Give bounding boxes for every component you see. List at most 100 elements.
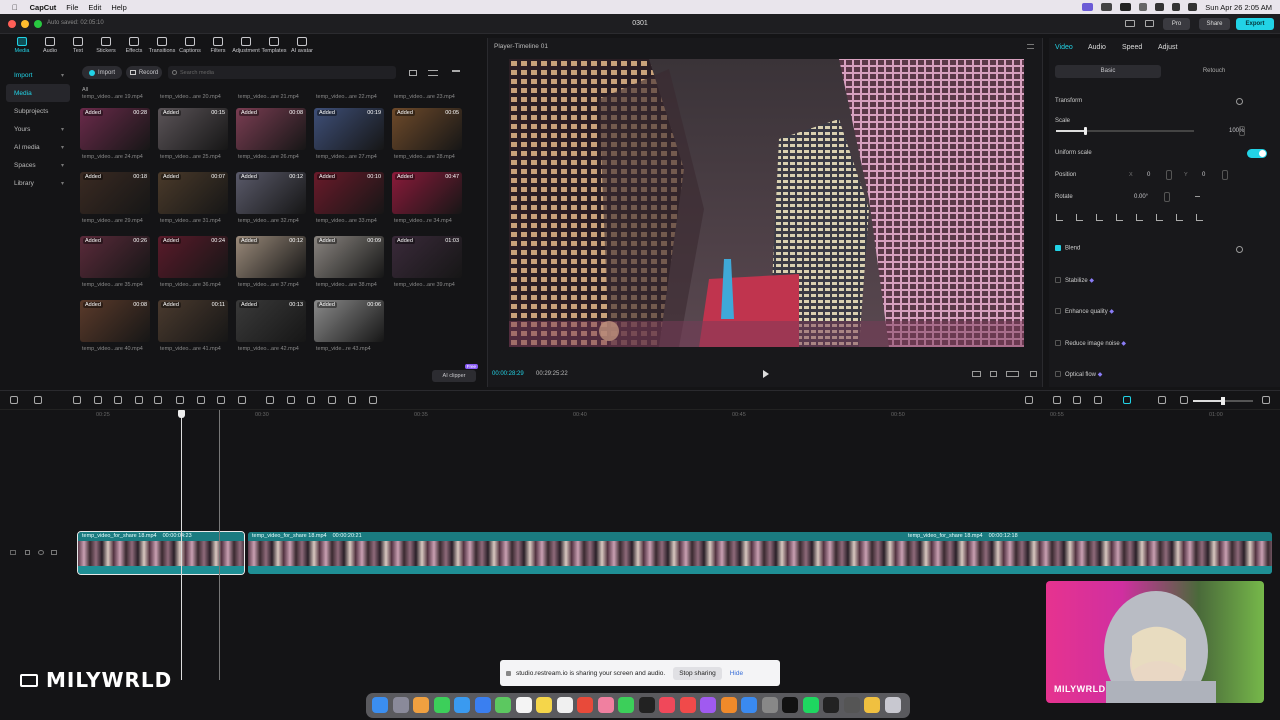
- tool-filters[interactable]: Filters: [204, 34, 232, 54]
- reverse-icon[interactable]: [287, 396, 295, 404]
- align-bottom-icon[interactable]: [1156, 214, 1163, 221]
- zoom-out-icon[interactable]: [1180, 396, 1188, 404]
- media-thumbnail[interactable]: Added 00:24: [158, 236, 228, 278]
- all-filter-label[interactable]: All: [82, 87, 88, 93]
- rotate-value[interactable]: 0.00°: [1134, 194, 1148, 200]
- rotate-stepper[interactable]: [1164, 192, 1170, 202]
- flip-horizontal-icon[interactable]: [1176, 214, 1183, 221]
- tool-adjustment[interactable]: Adjustment: [232, 34, 260, 54]
- reduce-noise-row[interactable]: Reduce image noise ◆: [1055, 340, 1126, 347]
- safari-icon[interactable]: [454, 697, 470, 713]
- news-icon[interactable]: [679, 697, 696, 713]
- settings-icon[interactable]: [761, 697, 778, 713]
- books-icon[interactable]: [720, 697, 737, 713]
- menu-edit[interactable]: Edit: [88, 3, 101, 12]
- mail-icon[interactable]: [474, 697, 491, 713]
- subtab-retouch[interactable]: Retouch: [1161, 65, 1267, 78]
- media-thumbnail[interactable]: Added 00:47: [392, 172, 462, 214]
- layout-icon[interactable]: [1125, 20, 1135, 27]
- menu-app-name[interactable]: CapCut: [30, 3, 57, 12]
- marker-icon[interactable]: [197, 396, 205, 404]
- fit-icon[interactable]: [1158, 396, 1166, 404]
- optical-flow-checkbox[interactable]: [1055, 371, 1061, 378]
- blend-reset-icon[interactable]: [1236, 246, 1243, 253]
- media-thumbnail[interactable]: Added 00:07: [158, 172, 228, 214]
- fullscreen-icon[interactable]: [1030, 371, 1037, 377]
- enhance-row[interactable]: Enhance quality ◆: [1055, 308, 1114, 315]
- media-thumbnail[interactable]: Added 00:19: [314, 108, 384, 150]
- media-thumbnail[interactable]: Added 01:03: [392, 236, 462, 278]
- rotate-icon[interactable]: [328, 396, 336, 404]
- align-right-icon[interactable]: [1096, 214, 1103, 221]
- media-thumbnail[interactable]: Added 00:18: [80, 172, 150, 214]
- uniform-scale-toggle[interactable]: [1247, 149, 1267, 158]
- play-icon[interactable]: [763, 370, 769, 378]
- control-center-icon[interactable]: [1188, 3, 1198, 11]
- launchpad-icon[interactable]: [392, 697, 409, 713]
- photos-app-icon[interactable]: [597, 697, 614, 713]
- pos-y-value[interactable]: 0: [1202, 172, 1205, 178]
- optical-flow-row[interactable]: Optical flow ◆: [1055, 371, 1102, 378]
- zoom-fit-icon[interactable]: [990, 371, 997, 377]
- mirror-icon[interactable]: [307, 396, 315, 404]
- sidebar-item-media[interactable]: Media: [6, 84, 70, 102]
- player-menu-icon[interactable]: [1027, 44, 1034, 49]
- tool-stickers[interactable]: Stickers: [92, 34, 120, 54]
- capcut-icon[interactable]: [782, 697, 798, 713]
- tool-audio[interactable]: Audio: [36, 34, 64, 54]
- ratio-icon[interactable]: [972, 371, 981, 377]
- media-thumbnail[interactable]: Added 00:26: [80, 236, 150, 278]
- monitor-icon[interactable]: [1145, 20, 1154, 27]
- tab-audio[interactable]: Audio: [1088, 44, 1106, 51]
- export-button[interactable]: Export: [1236, 18, 1274, 30]
- playhead-handle[interactable]: [178, 410, 185, 418]
- menu-file[interactable]: File: [66, 3, 78, 12]
- blend-row[interactable]: Blend: [1055, 245, 1080, 252]
- link-icon[interactable]: [1053, 396, 1061, 404]
- scale-stepper[interactable]: [1239, 126, 1245, 136]
- transform-label[interactable]: Transform: [1055, 98, 1082, 104]
- gamepad-icon[interactable]: [1101, 3, 1113, 11]
- track-lock-icon[interactable]: [25, 550, 30, 555]
- align-middle-icon[interactable]: [1136, 214, 1143, 221]
- pro-button[interactable]: Pro: [1163, 18, 1190, 30]
- media-thumbnail[interactable]: Added 00:08: [236, 108, 306, 150]
- sort-icon[interactable]: [428, 70, 438, 76]
- delete-icon[interactable]: [176, 396, 184, 404]
- maps-icon[interactable]: [495, 697, 511, 713]
- blend-checkbox[interactable]: [1055, 245, 1061, 251]
- finder-icon[interactable]: [372, 697, 388, 713]
- media-thumbnail[interactable]: Added 00:15: [158, 108, 228, 150]
- snap-icon[interactable]: [1073, 396, 1081, 404]
- photos-icon[interactable]: [413, 697, 429, 713]
- screen-share-icon[interactable]: [1082, 3, 1094, 11]
- appletv-icon[interactable]: [638, 697, 655, 713]
- magnet-icon[interactable]: [1123, 396, 1131, 404]
- add-track-icon[interactable]: [10, 396, 18, 404]
- scale-slider[interactable]: [1056, 127, 1194, 135]
- notes-icon[interactable]: [536, 697, 552, 713]
- menubar-clock[interactable]: Sun Apr 26 2:05 AM: [1205, 3, 1272, 12]
- stabilize-row[interactable]: Stabilize ◆: [1055, 277, 1094, 284]
- undo-icon[interactable]: [73, 396, 81, 404]
- podcasts-icon[interactable]: [700, 697, 716, 713]
- aspect-icon[interactable]: [1006, 371, 1019, 377]
- playhead[interactable]: [178, 410, 185, 680]
- zoom-in-icon[interactable]: [1262, 396, 1270, 404]
- wifi-icon[interactable]: [1155, 3, 1165, 11]
- media-thumbnail[interactable]: Added 00:12: [236, 172, 306, 214]
- reduce-noise-checkbox[interactable]: [1055, 340, 1061, 347]
- music-icon[interactable]: [659, 697, 675, 713]
- media-thumbnail[interactable]: Added 00:12: [236, 236, 306, 278]
- stabilize-checkbox[interactable]: [1055, 277, 1061, 284]
- track-mute-icon[interactable]: [51, 550, 57, 555]
- split-right-icon[interactable]: [154, 396, 162, 404]
- messages-icon[interactable]: [433, 697, 450, 713]
- sidebar-item-ai-media[interactable]: AI media ▾: [6, 138, 70, 156]
- pos-y-stepper[interactable]: [1222, 170, 1228, 180]
- media-thumbnail[interactable]: Added 00:06: [314, 300, 384, 342]
- zoom-slider-handle[interactable]: [1221, 397, 1225, 405]
- redo-icon[interactable]: [94, 396, 102, 404]
- tab-adjust[interactable]: Adjust: [1158, 44, 1177, 51]
- calendar-icon[interactable]: [515, 697, 532, 713]
